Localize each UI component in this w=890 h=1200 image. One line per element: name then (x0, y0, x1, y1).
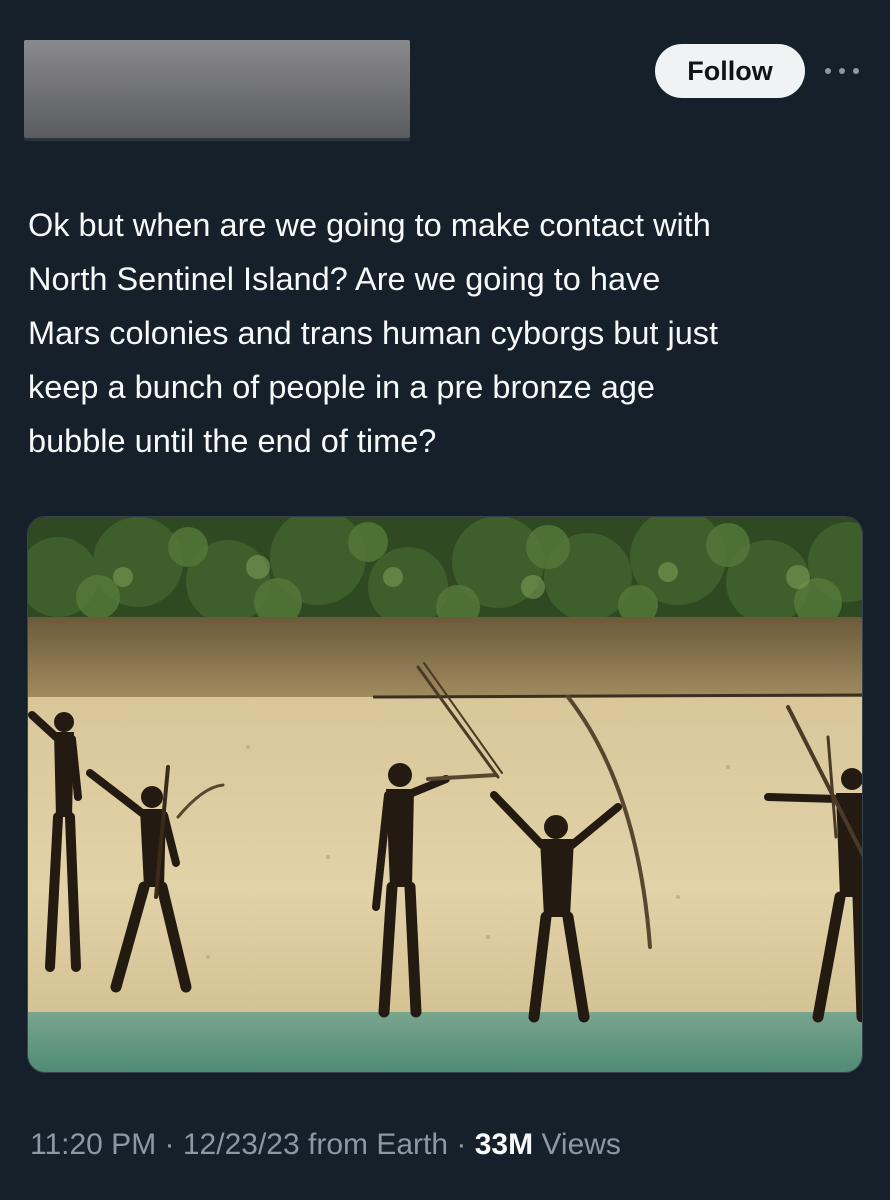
tweet-metadata: 11:20 PM · 12/23/23 from Earth · 33M Vie… (30, 1128, 621, 1162)
tweet-time[interactable]: 11:20 PM (30, 1128, 156, 1161)
tweet-media-photo[interactable] (27, 516, 863, 1073)
more-options-button[interactable] (818, 56, 866, 86)
follow-button[interactable]: Follow (655, 44, 805, 98)
meta-separator: · (164, 1128, 175, 1161)
beach-photo-illustration (28, 517, 862, 1072)
views-label[interactable]: Views (541, 1128, 620, 1161)
views-count[interactable]: 33M (475, 1128, 533, 1161)
redacted-user-header (24, 40, 410, 138)
tweet-date[interactable]: 12/23/23 (183, 1128, 300, 1161)
more-horizontal-icon (825, 68, 859, 74)
tweet-source: from Earth (308, 1128, 449, 1161)
tweet-text: Ok but when are we going to make contact… (28, 207, 719, 459)
tweet-page: Follow Ok but when are we going to make … (0, 0, 890, 1200)
meta-separator-2: · (456, 1128, 467, 1161)
